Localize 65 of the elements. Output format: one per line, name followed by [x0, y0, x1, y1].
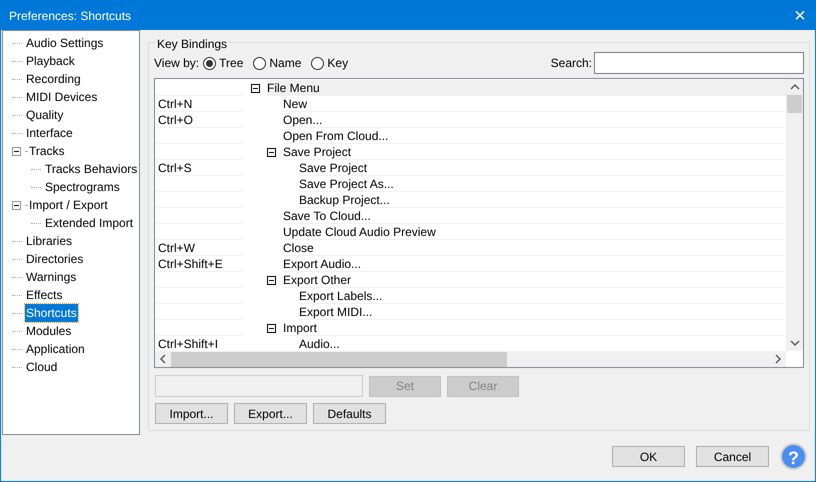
category-item[interactable]: Interface [25, 124, 74, 142]
scroll-thumb[interactable] [787, 95, 802, 113]
collapse-icon[interactable] [251, 84, 260, 92]
command-name[interactable]: Export Audio... [283, 256, 786, 272]
vertical-scrollbar[interactable] [786, 79, 803, 351]
category-item[interactable]: Import / Export [28, 196, 109, 214]
category-item[interactable]: Cloud [25, 358, 58, 376]
command-name[interactable]: Save To Cloud... [283, 208, 786, 224]
category-item[interactable]: Tracks [28, 142, 66, 160]
category-item[interactable]: Spectrograms [44, 178, 121, 196]
cancel-button[interactable]: Cancel [696, 446, 769, 467]
defaults-button[interactable]: Defaults [313, 403, 386, 424]
category-item[interactable]: Recording [25, 70, 82, 88]
search-label: Search: [550, 55, 592, 72]
category-item[interactable]: Shortcuts [25, 304, 78, 322]
command-name[interactable]: Open From Cloud... [283, 128, 786, 144]
command-name[interactable]: Update Cloud Audio Preview [283, 224, 786, 240]
category-item[interactable]: MIDI Devices [25, 88, 98, 106]
category-item[interactable]: Quality [25, 106, 64, 124]
search-field[interactable] [594, 52, 804, 74]
category-item[interactable]: Modules [25, 322, 72, 340]
key-input-field[interactable] [155, 375, 363, 397]
category-item[interactable]: Tracks Behaviors [44, 160, 138, 178]
shortcut-key: Ctrl+W [158, 238, 195, 256]
export-button[interactable]: Export... [234, 403, 307, 424]
command-name[interactable]: Save Project As... [299, 176, 786, 192]
command-name[interactable]: Open... [283, 112, 786, 128]
command-name[interactable]: Backup Project... [299, 192, 786, 208]
collapse-icon[interactable] [12, 200, 21, 210]
command-name[interactable]: Save Project [283, 144, 786, 160]
scroll-thumb[interactable] [171, 352, 507, 366]
category-item[interactable]: Libraries [25, 232, 74, 250]
command-name[interactable]: Export MIDI... [299, 304, 786, 320]
shortcut-key: Ctrl+N [158, 94, 192, 112]
ok-button[interactable]: OK [612, 446, 685, 467]
collapse-icon[interactable] [267, 276, 276, 284]
import-button[interactable]: Import... [155, 403, 228, 424]
shortcut-key: Ctrl+Shift+E [158, 254, 223, 272]
shortcut-key: Ctrl+O [158, 110, 194, 128]
command-name[interactable]: Import [283, 320, 786, 336]
category-item[interactable]: Playback [25, 52, 76, 70]
horizontal-scrollbar[interactable] [155, 351, 786, 367]
command-name[interactable]: New [283, 96, 786, 112]
collapse-icon[interactable] [12, 146, 21, 156]
collapse-icon[interactable] [267, 148, 276, 156]
shortcut-key: Ctrl+Shift+I [158, 334, 218, 351]
category-item[interactable]: Effects [25, 286, 64, 304]
view-radio[interactable]: Name [253, 54, 302, 72]
category-item[interactable]: Warnings [25, 268, 78, 286]
category-item[interactable]: Audio Settings [25, 34, 104, 52]
view-radio[interactable]: Tree [203, 54, 244, 72]
collapse-icon[interactable] [267, 324, 276, 332]
command-name[interactable]: Save Project [299, 160, 786, 176]
window-title: Preferences: Shortcuts [9, 8, 132, 24]
view-by-label: View by: [154, 55, 200, 72]
category-item[interactable]: Directories [25, 250, 84, 268]
category-item[interactable]: Application [25, 340, 86, 358]
command-name[interactable]: Close [283, 240, 786, 256]
category-item[interactable]: Extended Import [44, 214, 134, 232]
shortcut-key: Ctrl+S [158, 158, 192, 176]
view-radio[interactable]: Key [311, 54, 348, 72]
close-button[interactable]: × [785, 1, 815, 30]
command-name[interactable]: File Menu [267, 80, 786, 96]
command-name[interactable]: Export Other [283, 272, 786, 288]
command-name[interactable]: Export Labels... [299, 288, 786, 304]
